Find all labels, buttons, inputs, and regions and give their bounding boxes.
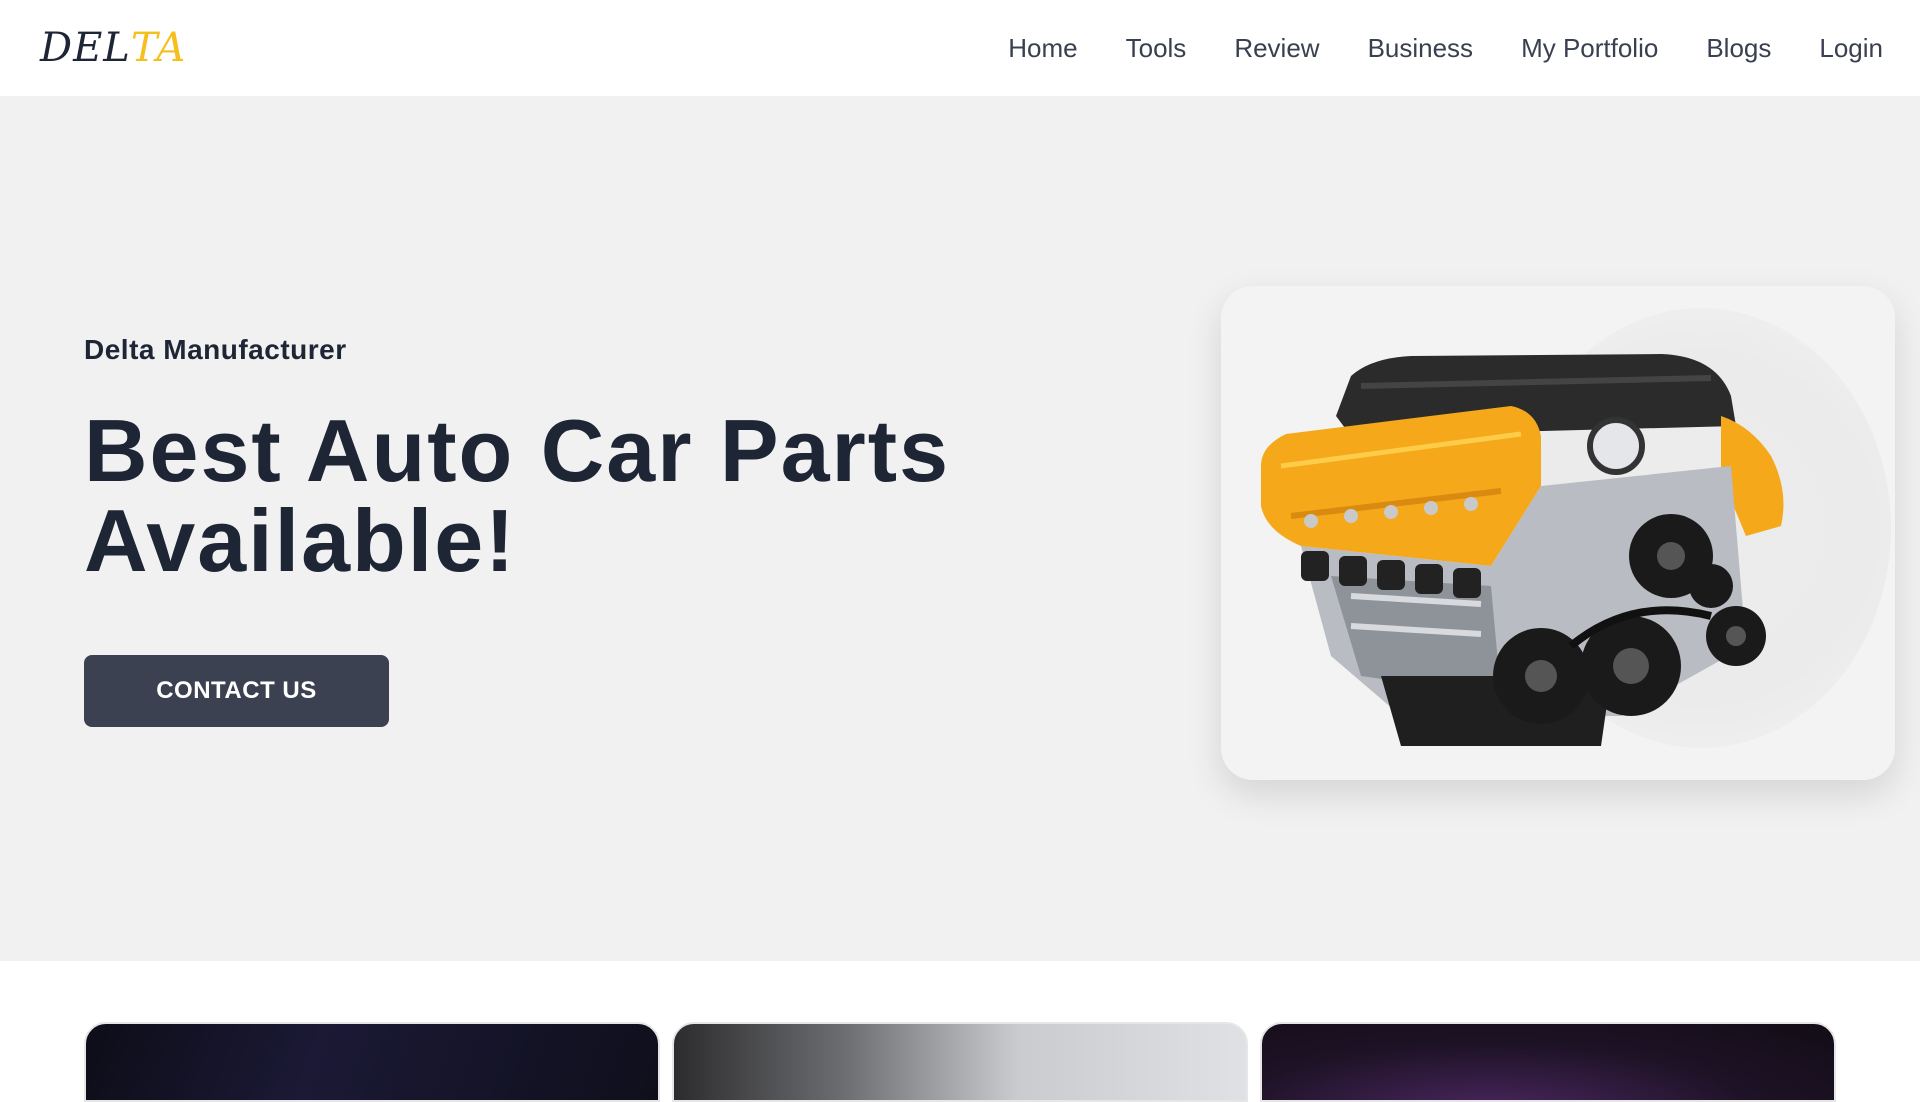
nav-blogs[interactable]: Blogs <box>1706 33 1771 64</box>
nav-my-portfolio[interactable]: My Portfolio <box>1521 33 1658 64</box>
logo-text-accent: TA <box>130 25 187 71</box>
hero-eyebrow: Delta Manufacturer <box>84 334 347 365</box>
hero-image-card <box>1221 286 1895 780</box>
main-nav: Home Tools Review Business My Portfolio … <box>960 33 1883 64</box>
nav-home[interactable]: Home <box>1008 33 1077 64</box>
preview-card-1[interactable] <box>84 1022 660 1102</box>
preview-cards <box>84 1022 1836 1102</box>
hero-headline-line1: Best Auto Car Parts <box>84 401 951 500</box>
hero-section: Delta Manufacturer Best Auto Car Parts A… <box>0 96 1920 961</box>
preview-card-3[interactable] <box>1260 1022 1836 1102</box>
hero-headline-line2: Available! <box>84 491 517 590</box>
nav-login[interactable]: Login <box>1819 33 1883 64</box>
preview-card-2[interactable] <box>672 1022 1248 1102</box>
nav-review[interactable]: Review <box>1234 33 1319 64</box>
car-engine-icon <box>1261 354 1784 746</box>
brand-logo[interactable]: DEL TA <box>40 25 186 71</box>
contact-us-button[interactable]: CONTACT US <box>84 655 389 727</box>
site-header: DEL TA Home Tools Review Business My Port… <box>0 0 1920 96</box>
nav-tools[interactable]: Tools <box>1126 33 1187 64</box>
nav-business[interactable]: Business <box>1368 33 1474 64</box>
hero-headline: Best Auto Car Parts Available! <box>84 406 1164 586</box>
logo-text-main: DEL <box>40 25 131 71</box>
